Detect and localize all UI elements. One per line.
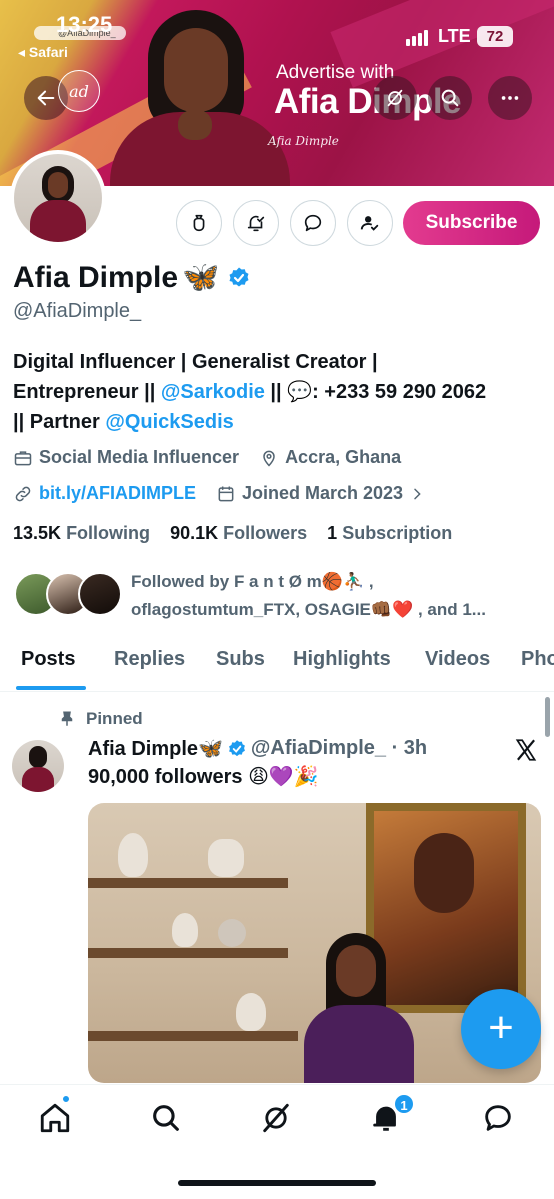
subscription-count-link[interactable]: 1 Subscription (327, 523, 452, 543)
search-button[interactable] (428, 76, 472, 120)
post-text: 90,000 followers 😩💜🎉 (88, 766, 319, 788)
follow-counts: 13.5K Following 90.1K Followers 1 Subscr… (13, 523, 452, 544)
scrollbar[interactable] (545, 697, 550, 737)
x-logo-icon[interactable] (513, 737, 539, 763)
bell-check-icon (247, 215, 265, 232)
more-options-button[interactable] (488, 76, 532, 120)
status-time: 13:25 (56, 12, 113, 37)
nav-search[interactable] (149, 1101, 183, 1135)
notification-count-badge: 1 (393, 1093, 415, 1115)
tip-button[interactable] (176, 200, 222, 246)
verified-badge-icon (229, 739, 245, 756)
mention-quicksedis-link[interactable]: @QuickSedis (105, 411, 233, 433)
briefcase-icon (14, 450, 32, 465)
home-unread-dot (62, 1095, 70, 1103)
person-check-icon (360, 216, 379, 231)
back-to-safari-link[interactable]: ◂ Safari (18, 44, 68, 61)
home-icon (40, 1103, 70, 1133)
search-icon (153, 1105, 179, 1131)
banner-signature: Afia Dimple (268, 134, 339, 148)
profile-website-link[interactable]: bit.ly/AFIADIMPLE (39, 483, 196, 504)
calendar-icon (218, 486, 234, 501)
location-pin-icon (263, 450, 275, 467)
followed-by-avatars[interactable] (14, 572, 124, 622)
pinned-indicator: Pinned (58, 709, 143, 729)
grok-icon (263, 1103, 289, 1133)
grok-icon (387, 89, 403, 107)
following-count-link[interactable]: 13.5K Following (13, 523, 150, 543)
profile-bio: Digital Influencer | Generalist Creator … (13, 347, 543, 437)
banner-logo: ad (58, 70, 100, 112)
active-tab-indicator (16, 686, 86, 690)
bio-text: Entrepreneur || (13, 381, 161, 403)
profile-joined-date: Joined March 2023 (242, 483, 404, 503)
link-icon (15, 486, 31, 501)
signal-icon (406, 28, 430, 46)
message-button[interactable] (290, 200, 336, 246)
arrow-left-icon (37, 90, 55, 106)
post-author-name[interactable]: Afia Dimple🦋 (88, 736, 223, 761)
mention-sarkodie-link[interactable]: @Sarkodie (161, 381, 265, 403)
home-indicator (178, 1180, 376, 1186)
chat-bubble-icon (485, 1105, 511, 1131)
more-icon (501, 96, 519, 100)
profile-meta-row: bit.ly/AFIADIMPLE Joined March 2023 (13, 483, 425, 504)
following-button[interactable] (347, 200, 393, 246)
compose-post-button[interactable]: + (461, 989, 541, 1069)
banner-advertise-text: Advertise with (276, 62, 395, 83)
nav-home[interactable] (38, 1101, 72, 1135)
profile-meta-row: Social Media Influencer Accra, Ghana (13, 447, 401, 468)
battery-icon: 72 (477, 26, 513, 47)
post-header: Afia Dimple🦋 @AfiaDimple_ · 3h (88, 736, 427, 761)
tab-photos[interactable]: Pho (521, 648, 554, 671)
bio-line-1: Digital Influencer | Generalist Creator … (13, 351, 378, 373)
chat-bubble-icon (304, 214, 322, 232)
avatar (78, 572, 122, 616)
tab-subs[interactable]: Subs (216, 648, 265, 671)
butterfly-emoji: 🦋 (182, 261, 220, 294)
tab-replies[interactable]: Replies (114, 648, 185, 671)
chevron-right-icon[interactable] (409, 486, 425, 502)
post-author-avatar[interactable] (12, 740, 64, 792)
profile-handle: @AfiaDimple_ (13, 300, 142, 322)
grok-button[interactable] (373, 76, 417, 120)
nav-grok[interactable] (259, 1101, 293, 1135)
followers-count-link[interactable]: 90.1K Followers (170, 523, 307, 543)
followed-by-text[interactable]: Followed by F a n t Ø m🏀⛹🏾‍♂️ , oflagost… (131, 568, 541, 624)
verified-badge-icon[interactable] (227, 266, 251, 290)
money-bag-icon (193, 214, 205, 232)
subscribe-button[interactable]: Subscribe (403, 201, 540, 245)
banner-photo (100, 0, 300, 186)
profile-location: Accra, Ghana (285, 447, 402, 467)
tab-videos[interactable]: Videos (425, 648, 490, 671)
profile-tabs: Posts Replies Subs Highlights Videos Pho (0, 640, 554, 692)
bio-text: || Partner (13, 411, 106, 433)
profile-avatar[interactable] (10, 150, 106, 246)
tab-posts[interactable]: Posts (21, 648, 75, 671)
tab-highlights[interactable]: Highlights (293, 648, 391, 671)
network-label: LTE (438, 26, 471, 46)
search-icon (441, 89, 459, 107)
profile-category: Social Media Influencer (39, 447, 240, 467)
bio-text: || 💬: +233 59 290 2062 (264, 381, 487, 403)
pin-icon (61, 711, 73, 726)
profile-name: Afia Dimple 🦋 (13, 260, 251, 295)
nav-messages[interactable] (481, 1101, 515, 1135)
notifications-toggle-button[interactable] (233, 200, 279, 246)
post-handle-time: @AfiaDimple_ · 3h (250, 737, 428, 759)
profile-name-text: Afia Dimple (13, 260, 179, 294)
